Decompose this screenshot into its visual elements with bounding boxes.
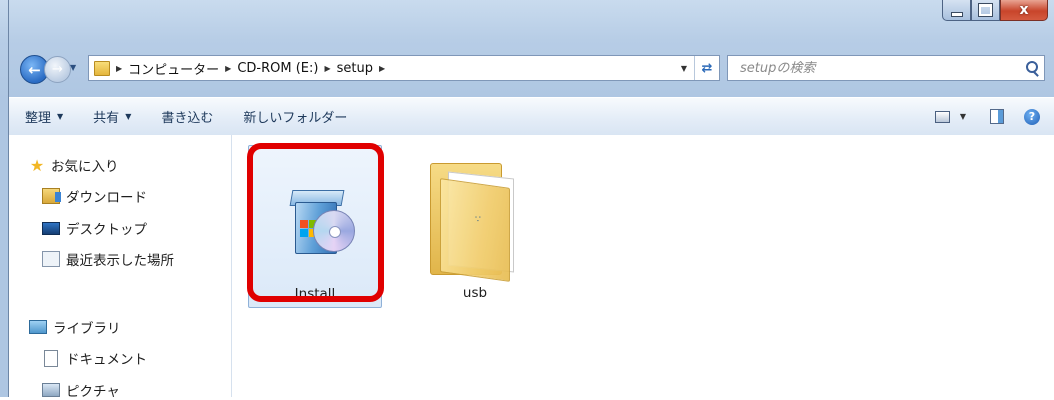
- pictures-icon: [42, 383, 60, 397]
- breadcrumb-separator-icon[interactable]: ▶: [379, 64, 385, 73]
- file-name: Install: [294, 286, 336, 302]
- file-item-usb[interactable]: ∵ usb: [408, 145, 542, 308]
- refresh-icon[interactable]: ⇄: [694, 56, 719, 80]
- organize-label: 整理: [25, 111, 52, 126]
- maximize-button[interactable]: [971, 0, 1000, 21]
- nav-item-label: ピクチャ: [66, 384, 120, 400]
- close-button[interactable]: x: [1000, 0, 1048, 21]
- breadcrumb-separator-icon[interactable]: ▶: [324, 64, 330, 73]
- file-name: usb: [462, 285, 488, 301]
- nav-item-libraries[interactable]: ライブラリ: [29, 317, 121, 337]
- chevron-down-icon: ▼: [125, 112, 132, 121]
- back-arrow-icon: ←: [28, 60, 41, 79]
- nav-item-label: 最近表示した場所: [66, 253, 174, 269]
- star-icon: ★: [29, 155, 45, 175]
- breadcrumb-setup[interactable]: setup: [337, 61, 373, 76]
- installer-icon: [289, 186, 355, 256]
- recent-places-icon: [42, 251, 60, 267]
- downloads-folder-icon: [42, 188, 61, 204]
- file-list[interactable]: Install ∵ usb: [232, 135, 1054, 397]
- nav-item-recent-places[interactable]: 最近表示した場所: [42, 249, 174, 269]
- share-button[interactable]: 共有 ▼: [93, 107, 131, 126]
- toolbar-right: ▼ ?: [934, 108, 1040, 125]
- nav-item-desktop[interactable]: デスクトップ: [42, 218, 147, 238]
- search-input[interactable]: [738, 59, 1012, 77]
- cd-disc-icon: [313, 210, 355, 252]
- forward-arrow-icon: →: [52, 62, 63, 77]
- burn-label: 書き込む: [161, 111, 214, 126]
- change-view-icon[interactable]: [934, 110, 950, 123]
- view-options-dropdown-icon[interactable]: ▼: [960, 112, 966, 121]
- breadcrumb-separator-icon[interactable]: ▶: [225, 64, 231, 73]
- address-bar[interactable]: ▶ コンピューター ▶ CD-ROM (E:) ▶ setup ▶ ▼ ⇄: [88, 55, 720, 81]
- desktop-icon: [42, 221, 60, 235]
- breadcrumb-cdrom[interactable]: CD-ROM (E:): [237, 61, 318, 76]
- close-icon: x: [1019, 2, 1029, 18]
- nav-item-downloads[interactable]: ダウンロード: [42, 186, 147, 206]
- command-bar: 整理 ▼ 共有 ▼ 書き込む 新しいフォルダー ▼ ?: [9, 97, 1054, 136]
- minimize-icon: [950, 11, 963, 17]
- chevron-down-icon: ▼: [57, 112, 64, 121]
- nav-item-label: ライブラリ: [53, 321, 121, 337]
- navigation-pane: ★ お気に入り ダウンロード デスクトップ 最近表示した場所 ライブラリ ドキュ…: [9, 135, 232, 400]
- forward-button[interactable]: →: [44, 56, 71, 83]
- nav-item-label: デスクトップ: [66, 222, 147, 238]
- new-folder-label: 新しいフォルダー: [243, 111, 348, 126]
- preview-pane-icon[interactable]: [990, 109, 1004, 124]
- search-box[interactable]: [727, 55, 1045, 81]
- nav-item-favorites[interactable]: ★ お気に入り: [29, 155, 119, 176]
- help-icon[interactable]: ?: [1024, 108, 1040, 125]
- search-icon[interactable]: [1026, 61, 1038, 73]
- nav-item-label: ドキュメント: [66, 352, 147, 368]
- nav-item-label: お気に入り: [51, 159, 119, 175]
- organize-button[interactable]: 整理 ▼: [25, 107, 63, 126]
- new-folder-button[interactable]: 新しいフォルダー: [243, 107, 347, 126]
- file-item-install[interactable]: Install: [248, 145, 382, 308]
- document-icon: [44, 349, 58, 367]
- folder-icon: ∵: [430, 163, 522, 282]
- library-icon: [29, 320, 47, 334]
- minimize-button[interactable]: [942, 0, 971, 21]
- folder-icon: [94, 60, 110, 76]
- nav-item-label: ダウンロード: [66, 190, 147, 206]
- burn-button[interactable]: 書き込む: [161, 107, 213, 126]
- maximize-icon: [978, 3, 993, 17]
- usb-symbol-icon: ∵: [475, 215, 481, 225]
- recent-pages-dropdown[interactable]: ▼: [70, 63, 80, 73]
- address-dropdown-icon[interactable]: ▼: [674, 64, 694, 73]
- nav-item-pictures[interactable]: ピクチャ: [42, 380, 120, 400]
- nav-item-documents[interactable]: ドキュメント: [42, 348, 147, 368]
- share-label: 共有: [93, 111, 120, 126]
- breadcrumb-separator-icon[interactable]: ▶: [116, 64, 122, 73]
- caption-buttons: x: [942, 0, 1048, 22]
- breadcrumb-computer[interactable]: コンピューター: [128, 59, 219, 78]
